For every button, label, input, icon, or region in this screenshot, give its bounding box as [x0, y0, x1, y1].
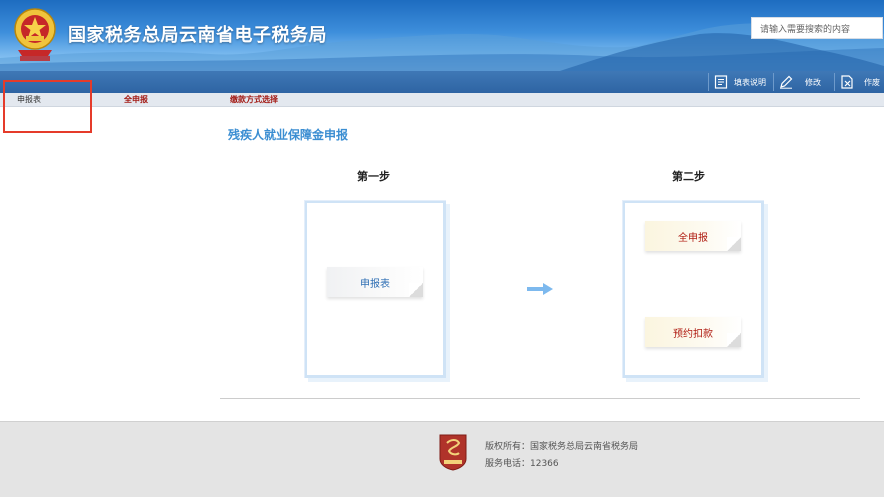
page-curl: [727, 333, 741, 347]
toolbar-divider: [834, 73, 835, 91]
scheduled-deduction-label: 预约扣款: [673, 328, 713, 340]
toolbar-divider: [773, 73, 774, 91]
document-icon: [714, 75, 728, 89]
fill-instructions-button[interactable]: 填表说明: [714, 71, 766, 93]
void-document-icon: [841, 75, 853, 89]
pencil-icon: [780, 75, 793, 89]
declaration-form-button[interactable]: 申报表: [327, 267, 423, 297]
header-banner: 国家税务总局云南省电子税务局 请输入需要搜索的内容: [0, 0, 884, 71]
footer: 版权所有：国家税务总局云南省税务局 服务电话：12366: [0, 421, 884, 497]
edit-button[interactable]: 修改: [779, 71, 821, 93]
content-divider: [220, 398, 860, 399]
step-one-card: 申报表: [304, 200, 446, 378]
edit-label: 修改: [805, 77, 821, 87]
scheduled-deduction-button[interactable]: 预约扣款: [645, 317, 741, 347]
page-curl: [409, 283, 423, 297]
copyright-text: 版权所有：国家税务总局云南省税务局: [485, 442, 639, 452]
tab-full-declaration[interactable]: 全申报: [124, 94, 148, 105]
tax-bureau-emblem-icon: [14, 8, 56, 61]
tab-payment-method[interactable]: 缴款方式选择: [230, 94, 278, 105]
highlight-box: [3, 80, 92, 133]
toolbar-divider: [708, 73, 709, 91]
toolbar: 填表说明 修改 作废: [0, 71, 884, 93]
declaration-form-label: 申报表: [360, 278, 390, 290]
tax-service-logo-icon: [439, 434, 467, 471]
search-input[interactable]: 请输入需要搜索的内容: [751, 17, 883, 39]
right-arrow-icon: [527, 283, 553, 295]
full-declaration-label: 全申报: [678, 232, 708, 244]
void-button[interactable]: 作废: [840, 71, 880, 93]
step-one-title: 第一步: [357, 170, 390, 183]
step-two-title: 第二步: [672, 170, 705, 183]
tab-strip: 申报表 全申报 缴款方式选择: [0, 93, 884, 107]
fill-instructions-label: 填表说明: [734, 77, 766, 87]
service-phone-text: 服务电话：12366: [485, 459, 559, 469]
void-label: 作废: [864, 77, 880, 87]
page-curl: [727, 237, 741, 251]
full-declaration-button[interactable]: 全申报: [645, 221, 741, 251]
site-title: 国家税务总局云南省电子税务局: [68, 25, 327, 46]
page-title: 残疾人就业保障金申报: [228, 128, 349, 142]
step-two-card: 全申报 预约扣款: [622, 200, 764, 378]
